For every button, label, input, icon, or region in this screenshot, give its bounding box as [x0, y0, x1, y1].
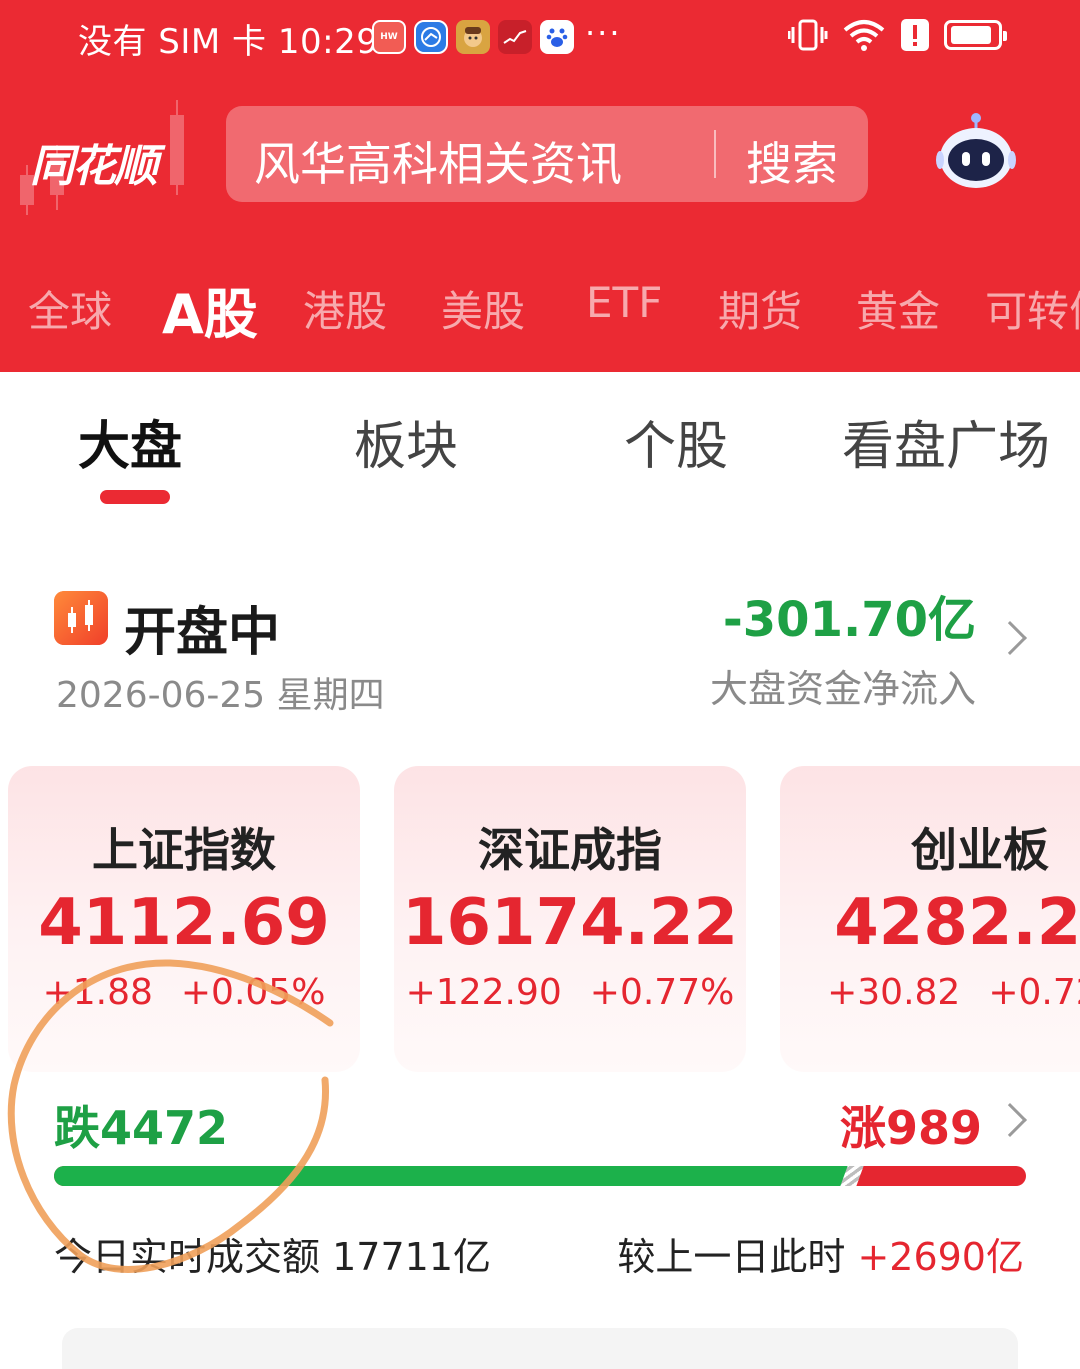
index-card-shenzhen[interactable]: 深证成指 16174.22 +122.90 +0.77% — [394, 766, 746, 1072]
market-tab-hk[interactable]: 港股 — [303, 278, 387, 339]
more-notifications-icon: ··· — [585, 14, 622, 52]
market-tab-etf[interactable]: ETF — [586, 278, 662, 327]
index-value: 4112.69 — [38, 886, 330, 960]
search-divider — [714, 130, 716, 178]
alert-icon — [901, 19, 929, 51]
net-flow-value: -301.70亿 — [722, 592, 976, 648]
market-tab-global[interactable]: 全球 — [28, 278, 112, 339]
vibrate-icon — [788, 19, 828, 51]
status-indicators — [788, 18, 1007, 52]
market-tab-gold[interactable]: 黄金 — [856, 278, 940, 339]
search-button[interactable]: 搜索 — [746, 128, 838, 194]
avatar-app-icon — [456, 20, 490, 54]
index-change-percent: +0.77% — [589, 972, 735, 1013]
huawei-appgallery-icon: HW — [372, 20, 406, 54]
index-change-points: +1.88 — [42, 972, 153, 1013]
app-header: 没有 SIM 卡 10:29 HW ··· 同花顺 风华高科相关资讯 搜索 全球… — [0, 0, 1080, 372]
chevron-right-icon[interactable] — [993, 621, 1027, 655]
next-panel — [62, 1328, 1018, 1369]
index-change-percent: +0.72% — [988, 972, 1080, 1013]
index-change-points: +30.82 — [827, 972, 961, 1013]
index-change: +1.88 +0.05% — [8, 972, 360, 1013]
browser-icon — [414, 20, 448, 54]
notification-app-icons: HW — [372, 20, 574, 54]
red-app-icon — [498, 20, 532, 54]
battery-icon — [944, 20, 1007, 50]
market-tab-futures[interactable]: 期货 — [718, 278, 802, 339]
tab-plaza[interactable]: 看盘广场 — [842, 404, 1050, 479]
turnover-value: 17711亿 — [332, 1235, 491, 1279]
index-change: +30.82 +0.72% — [804, 972, 1080, 1013]
breadth-bar-decliners — [54, 1166, 850, 1186]
tab-overview[interactable]: 大盘 — [78, 404, 182, 479]
index-value: 16174.22 — [401, 886, 739, 960]
turnover: 今日实时成交额 17711亿 — [54, 1226, 491, 1281]
tab-stocks[interactable]: 个股 — [624, 404, 728, 479]
market-tab-convertible[interactable]: 可转债 — [985, 278, 1080, 339]
market-tab-us[interactable]: 美股 — [441, 278, 525, 339]
index-change: +122.90 +0.77% — [394, 972, 746, 1013]
turnover-compare: 较上一日此时 +2690亿 — [617, 1226, 1024, 1281]
index-change-points: +122.90 — [405, 972, 562, 1013]
index-name: 创业板 — [911, 823, 1049, 877]
index-name: 深证成指 — [478, 823, 662, 877]
tab-sectors[interactable]: 板块 — [354, 404, 458, 479]
index-value: 4282.24 — [834, 886, 1080, 960]
index-card-chinext[interactable]: 创业板 4282.24 +30.82 +0.72% — [780, 766, 1080, 1072]
chevron-right-icon[interactable] — [993, 1103, 1027, 1137]
advancers-count: 涨989 — [839, 1101, 982, 1155]
decliners-count: 跌4472 — [54, 1101, 229, 1155]
index-card-shanghai[interactable]: 上证指数 4112.69 +1.88 +0.05% — [8, 766, 360, 1072]
search-bar[interactable]: 风华高科相关资讯 搜索 — [226, 106, 868, 202]
turnover-label: 今日实时成交额 — [54, 1235, 321, 1279]
baidu-icon — [540, 20, 574, 54]
market-date: 2026-06-25 星期四 — [56, 675, 385, 716]
turnover-compare-value: +2690亿 — [857, 1235, 1024, 1279]
market-tab-a-shares[interactable]: A股 — [162, 270, 258, 349]
candlestick-icon — [54, 591, 108, 645]
index-change-percent: +0.05% — [180, 972, 326, 1013]
carrier-time: 没有 SIM 卡 10:29 — [78, 22, 379, 62]
active-tab-indicator — [100, 490, 170, 504]
app-logo[interactable]: 同花顺 — [30, 130, 158, 194]
market-tabs: 全球 A股 港股 美股 ETF 期货 黄金 可转债 — [0, 270, 1080, 350]
breadth-bar — [54, 1166, 1026, 1186]
index-name: 上证指数 — [92, 823, 276, 877]
market-status-title: 开盘中 — [124, 603, 281, 663]
robot-assistant-icon[interactable] — [934, 110, 1018, 194]
turnover-compare-label: 较上一日此时 — [617, 1235, 846, 1279]
search-input[interactable]: 风华高科相关资讯 — [254, 128, 622, 194]
wifi-icon — [843, 20, 885, 51]
system-status-bar: 没有 SIM 卡 10:29 HW ··· — [0, 0, 1080, 78]
net-flow-label: 大盘资金净流入 — [709, 667, 976, 711]
